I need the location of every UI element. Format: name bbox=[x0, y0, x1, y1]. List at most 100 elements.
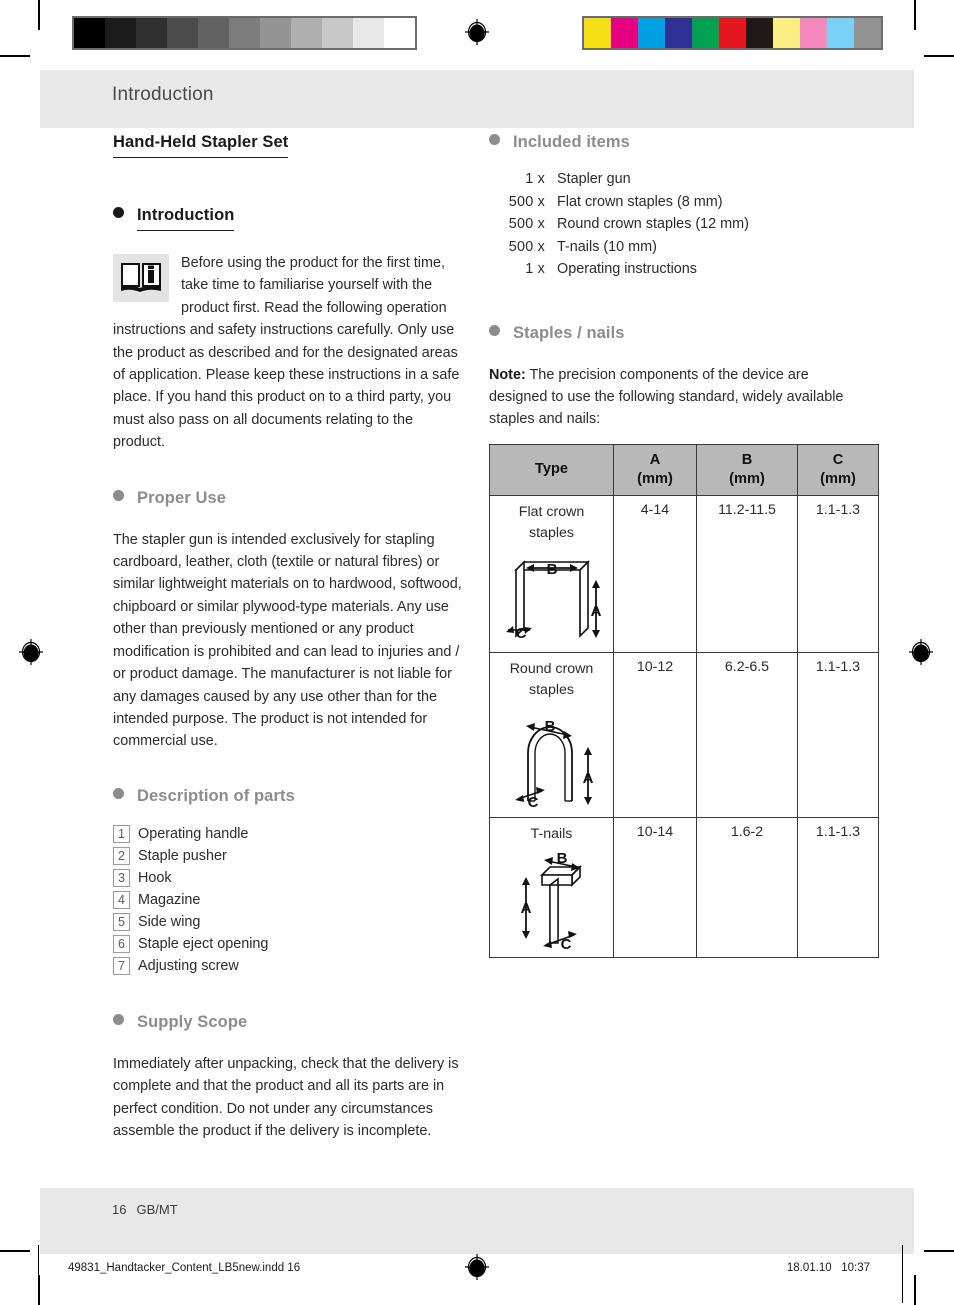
item-name: Flat crown staples (8 mm) bbox=[557, 193, 723, 210]
document-title-wrap: Hand-Held Stapler Set bbox=[113, 133, 465, 158]
color-swatch bbox=[260, 18, 291, 48]
svg-text:C: C bbox=[560, 936, 571, 953]
list-item: 500 x Flat crown staples (8 mm) bbox=[489, 194, 844, 217]
col-header-b-label: B bbox=[741, 451, 753, 468]
footer-band bbox=[40, 1188, 914, 1254]
section-heading-label: Included items bbox=[513, 133, 630, 151]
staples-nails-note: Note: The precision components of the de… bbox=[489, 364, 844, 431]
svg-text:B: B bbox=[556, 850, 567, 867]
color-swatch bbox=[74, 18, 105, 48]
color-swatch bbox=[638, 18, 665, 48]
open-book-info-icon bbox=[113, 254, 169, 302]
list-item: 1 Operating handle bbox=[113, 823, 465, 845]
svg-text:B: B bbox=[546, 561, 557, 578]
imprint-rule-left bbox=[38, 1245, 39, 1303]
color-swatch bbox=[773, 18, 800, 48]
color-control-bar bbox=[582, 16, 883, 50]
table-row: Round crown staples B A C 10-12 6.2-6.5 … bbox=[489, 651, 879, 818]
col-header-a-label: A bbox=[649, 451, 661, 468]
crop-mark-top-left-v bbox=[38, 0, 40, 30]
list-item: 5 Side wing bbox=[113, 911, 465, 933]
list-item: 4 Magazine bbox=[113, 889, 465, 911]
item-quantity: 500 x bbox=[508, 216, 545, 232]
color-swatch bbox=[665, 18, 692, 48]
part-label: Operating handle bbox=[138, 825, 249, 842]
imprint-filename: 49831_Handtacker_Content_LB5new.indd 16 bbox=[68, 1262, 301, 1274]
proper-use-body: The stapler gun is intended exclusively … bbox=[113, 531, 462, 750]
part-number-box: 2 bbox=[113, 846, 130, 865]
bullet-icon bbox=[489, 134, 500, 145]
cell-type: Round crown staples B A C bbox=[489, 651, 614, 818]
part-number-box: 5 bbox=[113, 912, 130, 931]
item-name: Round crown staples (12 mm) bbox=[557, 216, 749, 232]
section-heading-staples-nails: Staples / nails bbox=[489, 324, 844, 343]
row-type-line2: staples bbox=[529, 524, 574, 541]
cell-c: 1.1-1.3 bbox=[797, 816, 879, 958]
part-label: Staple pusher bbox=[138, 847, 227, 864]
bullet-icon bbox=[113, 489, 124, 501]
color-swatch bbox=[692, 18, 719, 48]
cell-c: 1.1-1.3 bbox=[797, 651, 879, 818]
color-swatch bbox=[384, 18, 415, 48]
item-quantity: 1 x bbox=[525, 261, 545, 277]
crop-mark-top-left-h bbox=[0, 55, 30, 57]
bullet-icon bbox=[489, 324, 500, 336]
color-swatch bbox=[198, 18, 229, 48]
crop-mark-top-right-h bbox=[924, 55, 954, 57]
list-item: 1 x Operating instructions bbox=[489, 261, 844, 284]
svg-text:A: A bbox=[582, 770, 593, 787]
table-row: T-nails B A C 10-14 1.6-2 1.1-1.3 bbox=[489, 816, 879, 958]
part-number-box: 3 bbox=[113, 868, 130, 887]
row-type-line1: Round crown bbox=[509, 660, 594, 677]
color-swatch bbox=[105, 18, 136, 48]
row-type-line1: Flat crown bbox=[518, 503, 585, 520]
part-label: Adjusting screw bbox=[138, 957, 239, 974]
part-number-box: 7 bbox=[113, 956, 130, 975]
color-swatch bbox=[353, 18, 384, 48]
t-nail-diagram: B A C bbox=[492, 849, 611, 953]
imprint-date: 18.01.10 bbox=[786, 1262, 832, 1274]
bullet-icon bbox=[113, 787, 124, 799]
cell-c: 1.1-1.3 bbox=[797, 494, 879, 653]
page-title: Hand-Held Stapler Set bbox=[113, 133, 289, 158]
crop-mark-bottom-right-h bbox=[924, 1250, 954, 1252]
color-swatch bbox=[854, 18, 881, 48]
folio-page-number: 16 bbox=[112, 1202, 127, 1217]
section-heading-label: Supply Scope bbox=[137, 1012, 248, 1031]
left-column: Hand-Held Stapler Set Introduction Befor… bbox=[113, 133, 465, 1142]
col-header-c: C (mm) bbox=[797, 443, 879, 496]
part-number-box: 1 bbox=[113, 824, 130, 843]
item-name: T-nails (10 mm) bbox=[557, 238, 657, 255]
note-label: Note: bbox=[489, 366, 526, 383]
col-header-b-unit: (mm) bbox=[729, 470, 765, 487]
table-header-row: Type A (mm) B (mm) C (mm) bbox=[489, 443, 879, 496]
folio-locale: GB/MT bbox=[136, 1202, 178, 1217]
cell-b: 11.2-11.5 bbox=[696, 494, 798, 653]
registration-target-icon bbox=[908, 639, 934, 665]
color-swatch bbox=[800, 18, 827, 48]
section-heading-label: Staples / nails bbox=[513, 323, 625, 342]
section-heading-introduction: Introduction bbox=[113, 206, 465, 231]
list-item: 1 x Stapler gun bbox=[489, 171, 844, 194]
cell-a: 10-14 bbox=[613, 816, 697, 958]
round-crown-staple-diagram: B A C bbox=[492, 705, 611, 813]
row-type-line2: staples bbox=[529, 681, 574, 698]
svg-text:C: C bbox=[515, 625, 526, 642]
registration-target-icon bbox=[464, 1254, 490, 1280]
col-header-b: B (mm) bbox=[696, 443, 798, 496]
item-quantity: 500 x bbox=[508, 193, 545, 210]
crop-mark-top-right-v bbox=[914, 0, 916, 30]
right-column: Included items 1 x Stapler gun 500 x Flat c… bbox=[489, 133, 879, 958]
section-heading-included-items: Included items bbox=[489, 133, 844, 152]
color-swatch bbox=[611, 18, 638, 48]
list-item: 7 Adjusting screw bbox=[113, 955, 465, 977]
col-header-type-label: Type bbox=[535, 461, 568, 478]
imprint-time: 10:37 bbox=[841, 1262, 870, 1274]
folio: 16 GB/MT bbox=[112, 1202, 178, 1217]
part-number-box: 6 bbox=[113, 934, 130, 953]
item-quantity: 500 x bbox=[508, 238, 545, 255]
part-label: Magazine bbox=[138, 891, 201, 908]
cell-a: 4-14 bbox=[613, 494, 697, 653]
col-header-a-unit: (mm) bbox=[637, 470, 673, 487]
imprint-timestamp: 18.01.10 10:37 bbox=[787, 1262, 870, 1274]
